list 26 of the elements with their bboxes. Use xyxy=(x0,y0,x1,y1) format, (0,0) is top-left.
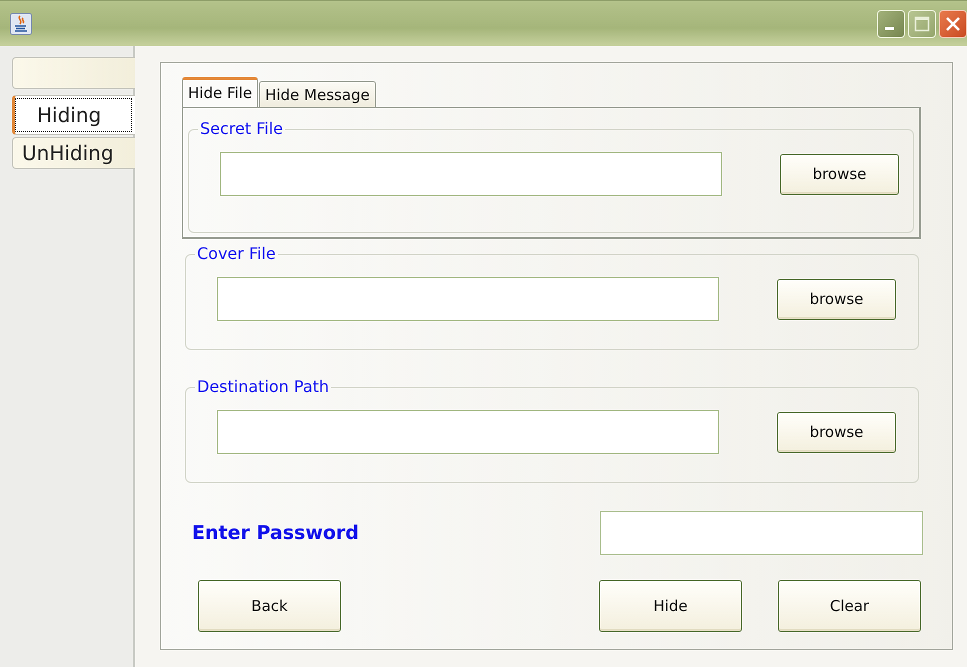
side-tab[interactable] xyxy=(12,57,135,89)
action-button[interactable]: Back xyxy=(198,580,341,632)
password-field[interactable] xyxy=(600,511,923,555)
side-tab[interactable]: Hiding xyxy=(12,95,135,135)
path-field[interactable] xyxy=(220,152,722,196)
group-title: Destination Path xyxy=(196,378,330,396)
browse-button[interactable]: browse xyxy=(780,154,899,194)
browse-button[interactable]: browse xyxy=(777,278,896,320)
side-tab[interactable]: UnHiding xyxy=(12,137,135,169)
group-title: Secret File xyxy=(199,120,284,138)
action-button[interactable]: Hide xyxy=(599,580,742,632)
maximize-icon xyxy=(914,16,930,32)
path-field[interactable] xyxy=(217,277,719,321)
password-label: Enter Password xyxy=(192,520,359,546)
action-button[interactable]: Clear xyxy=(778,580,921,632)
minimize-button[interactable] xyxy=(877,10,905,38)
tab[interactable]: Hide File xyxy=(182,77,258,107)
close-icon xyxy=(944,14,962,32)
app-icon xyxy=(10,12,32,34)
group-title: Cover File xyxy=(196,245,277,263)
maximize-button[interactable] xyxy=(908,10,936,38)
path-field[interactable] xyxy=(217,410,719,454)
close-button[interactable] xyxy=(939,10,967,38)
minimize-icon xyxy=(885,27,894,30)
tab[interactable]: Hide Message xyxy=(259,81,376,107)
browse-button[interactable]: browse xyxy=(777,412,896,452)
